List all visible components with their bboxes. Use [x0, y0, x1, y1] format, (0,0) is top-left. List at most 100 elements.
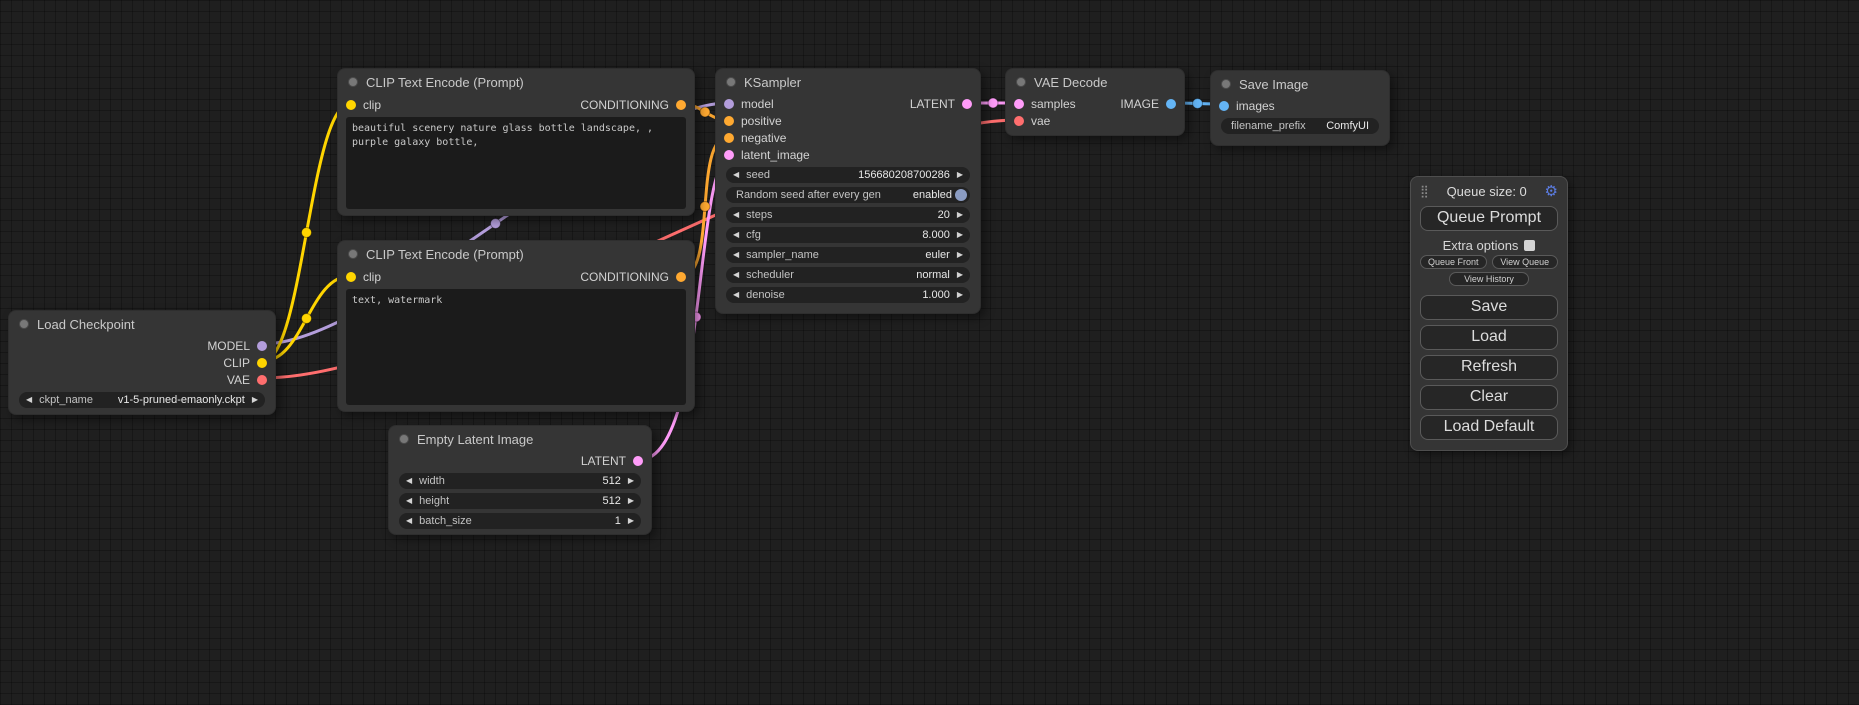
- collapse-dot-icon[interactable]: [348, 77, 358, 87]
- input-slot-model[interactable]: [724, 99, 734, 109]
- node-title-bar[interactable]: Load Checkpoint: [9, 311, 275, 337]
- collapse-dot-icon[interactable]: [726, 77, 736, 87]
- output-slot-conditioning[interactable]: [676, 100, 686, 110]
- extra-options-label: Extra options: [1443, 238, 1519, 253]
- widget-denoise[interactable]: ◀ denoise 1.000 ▶: [726, 287, 970, 303]
- node-clip-text-encode-negative[interactable]: CLIP Text Encode (Prompt) clip CONDITION…: [337, 240, 695, 412]
- decrement-arrow-icon[interactable]: ◀: [733, 291, 739, 299]
- toggle-knob[interactable]: [955, 189, 967, 201]
- output-slot-latent[interactable]: [962, 99, 972, 109]
- widget-value: enabled: [913, 189, 952, 201]
- input-slot-positive[interactable]: [724, 116, 734, 126]
- widget-width[interactable]: ◀ width 512 ▶: [399, 473, 641, 489]
- output-slot-clip[interactable]: [257, 358, 267, 368]
- node-title: CLIP Text Encode (Prompt): [366, 75, 524, 90]
- node-title-bar[interactable]: CLIP Text Encode (Prompt): [338, 241, 694, 267]
- widget-filename-prefix[interactable]: filename_prefix ComfyUI: [1221, 118, 1379, 134]
- widget-cfg[interactable]: ◀ cfg 8.000 ▶: [726, 227, 970, 243]
- link-midpoint-dot: [700, 107, 710, 117]
- collapse-dot-icon[interactable]: [1016, 77, 1026, 87]
- widget-steps[interactable]: ◀ steps 20 ▶: [726, 207, 970, 223]
- view-queue-button[interactable]: View Queue: [1492, 255, 1559, 269]
- settings-gear-icon[interactable]: ⚙: [1545, 182, 1558, 200]
- decrement-arrow-icon[interactable]: ◀: [733, 271, 739, 279]
- widget-scheduler[interactable]: ◀ scheduler normal ▶: [726, 267, 970, 283]
- input-slot-latent-image[interactable]: [724, 150, 734, 160]
- widget-label: sampler_name: [746, 249, 819, 261]
- node-graph-canvas[interactable]: Load Checkpoint MODEL CLIP VAE ◀ ckpt_na…: [0, 0, 1859, 705]
- link-midpoint-dot: [302, 228, 312, 238]
- view-history-button[interactable]: View History: [1449, 272, 1529, 286]
- collapse-dot-icon[interactable]: [1221, 79, 1231, 89]
- refresh-button[interactable]: Refresh: [1420, 355, 1558, 380]
- input-slot-label: negative: [741, 131, 786, 145]
- decrement-arrow-icon[interactable]: ◀: [406, 497, 412, 505]
- increment-arrow-icon[interactable]: ▶: [628, 497, 634, 505]
- load-button[interactable]: Load: [1420, 325, 1558, 350]
- input-slot-vae[interactable]: [1014, 116, 1024, 126]
- positive-prompt-input[interactable]: beautiful scenery nature glass bottle la…: [346, 117, 686, 209]
- queue-prompt-button[interactable]: Queue Prompt: [1420, 206, 1558, 231]
- collapse-dot-icon[interactable]: [399, 434, 409, 444]
- output-slot-latent[interactable]: [633, 456, 643, 466]
- decrement-arrow-icon[interactable]: ◀: [733, 231, 739, 239]
- node-load-checkpoint[interactable]: Load Checkpoint MODEL CLIP VAE ◀ ckpt_na…: [8, 310, 276, 415]
- slot-row: samples IMAGE: [1006, 95, 1184, 112]
- save-button[interactable]: Save: [1420, 295, 1558, 320]
- node-title-bar[interactable]: Save Image: [1211, 71, 1389, 97]
- widget-seed[interactable]: ◀ seed 156680208700286 ▶: [726, 167, 970, 183]
- output-slot-conditioning[interactable]: [676, 272, 686, 282]
- decrement-arrow-icon[interactable]: ◀: [406, 517, 412, 525]
- decrement-arrow-icon[interactable]: ◀: [26, 396, 32, 404]
- decrement-arrow-icon[interactable]: ◀: [733, 171, 739, 179]
- increment-arrow-icon[interactable]: ▶: [628, 517, 634, 525]
- increment-arrow-icon[interactable]: ▶: [957, 251, 963, 259]
- node-save-image[interactable]: Save Image images filename_prefix ComfyU…: [1210, 70, 1390, 146]
- node-clip-text-encode-positive[interactable]: CLIP Text Encode (Prompt) clip CONDITION…: [337, 68, 695, 216]
- collapse-dot-icon[interactable]: [19, 319, 29, 329]
- node-title-bar[interactable]: Empty Latent Image: [389, 426, 651, 452]
- output-slot-vae[interactable]: [257, 375, 267, 385]
- node-title-bar[interactable]: VAE Decode: [1006, 69, 1184, 95]
- increment-arrow-icon[interactable]: ▶: [957, 231, 963, 239]
- output-slot-model[interactable]: [257, 341, 267, 351]
- negative-prompt-input[interactable]: text, watermark: [346, 289, 686, 405]
- node-ksampler[interactable]: KSampler model LATENT positive negative: [715, 68, 981, 314]
- widget-ckpt-name[interactable]: ◀ ckpt_name v1-5-pruned-emaonly.ckpt ▶: [19, 392, 265, 408]
- increment-arrow-icon[interactable]: ▶: [628, 477, 634, 485]
- extra-options-row: Extra options: [1420, 238, 1558, 253]
- increment-arrow-icon[interactable]: ▶: [957, 271, 963, 279]
- increment-arrow-icon[interactable]: ▶: [957, 291, 963, 299]
- decrement-arrow-icon[interactable]: ◀: [733, 211, 739, 219]
- widget-value: normal: [916, 269, 950, 281]
- slot-row: LATENT: [389, 452, 651, 469]
- widget-value: 512: [602, 495, 620, 507]
- widget-sampler-name[interactable]: ◀ sampler_name euler ▶: [726, 247, 970, 263]
- input-slot-samples[interactable]: [1014, 99, 1024, 109]
- node-title-bar[interactable]: KSampler: [716, 69, 980, 95]
- collapse-dot-icon[interactable]: [348, 249, 358, 259]
- clear-button[interactable]: Clear: [1420, 385, 1558, 410]
- increment-arrow-icon[interactable]: ▶: [957, 211, 963, 219]
- widget-batch-size[interactable]: ◀ batch_size 1 ▶: [399, 513, 641, 529]
- decrement-arrow-icon[interactable]: ◀: [406, 477, 412, 485]
- widget-random-seed-toggle[interactable]: Random seed after every gen enabled: [726, 187, 970, 203]
- input-slot-images[interactable]: [1219, 101, 1229, 111]
- queue-front-button[interactable]: Queue Front: [1420, 255, 1487, 269]
- decrement-arrow-icon[interactable]: ◀: [733, 251, 739, 259]
- output-slot-label: CONDITIONING: [580, 270, 669, 284]
- load-default-button[interactable]: Load Default: [1420, 415, 1558, 440]
- input-slot-clip[interactable]: [346, 272, 356, 282]
- input-slot-clip[interactable]: [346, 100, 356, 110]
- widget-height[interactable]: ◀ height 512 ▶: [399, 493, 641, 509]
- node-title-bar[interactable]: CLIP Text Encode (Prompt): [338, 69, 694, 95]
- widget-label: cfg: [746, 229, 761, 241]
- node-vae-decode[interactable]: VAE Decode samples IMAGE vae: [1005, 68, 1185, 136]
- drag-handle-icon[interactable]: ⣿: [1420, 184, 1429, 198]
- node-empty-latent-image[interactable]: Empty Latent Image LATENT ◀ width 512 ▶ …: [388, 425, 652, 535]
- extra-options-checkbox[interactable]: [1524, 240, 1535, 251]
- increment-arrow-icon[interactable]: ▶: [252, 396, 258, 404]
- input-slot-negative[interactable]: [724, 133, 734, 143]
- increment-arrow-icon[interactable]: ▶: [957, 171, 963, 179]
- output-slot-image[interactable]: [1166, 99, 1176, 109]
